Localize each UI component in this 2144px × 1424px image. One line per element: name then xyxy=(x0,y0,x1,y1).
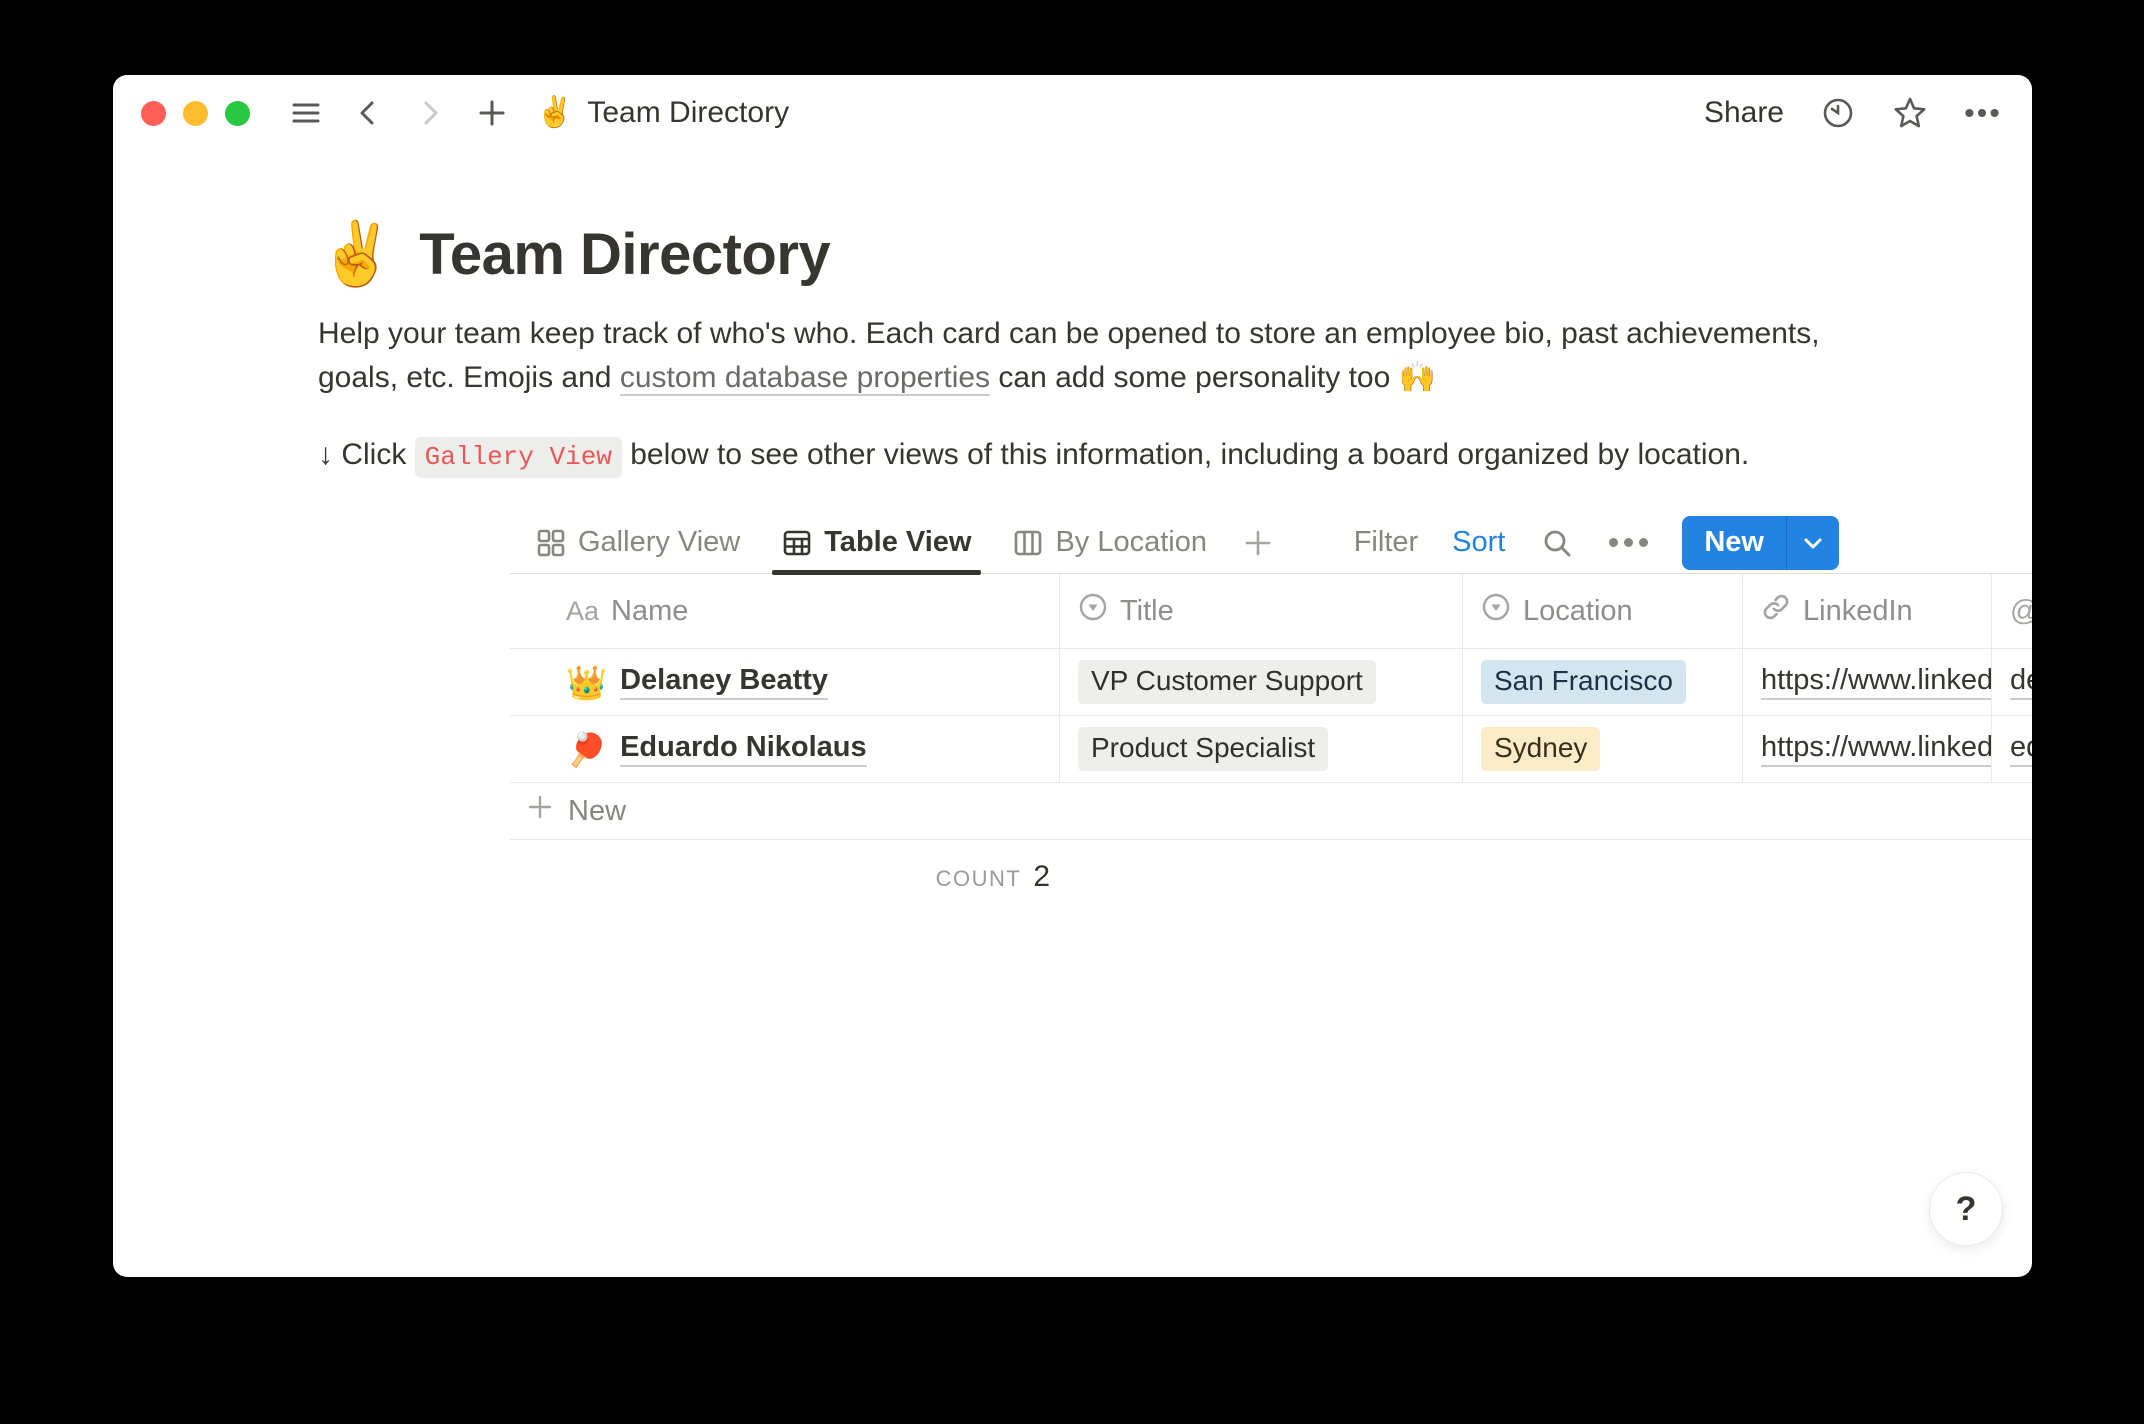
person-page-link[interactable]: Eduardo Nikolaus xyxy=(620,731,867,767)
count-label: COUNT xyxy=(936,866,1022,892)
share-button[interactable]: Share xyxy=(1704,96,1784,130)
app-window: ✌️ Team Directory Share xyxy=(113,75,2032,1277)
titlebar: ✌️ Team Directory Share xyxy=(113,75,2032,151)
views-bar: Gallery View Table View xyxy=(510,512,2032,574)
cell-title[interactable]: Product Specialist xyxy=(1060,716,1463,782)
callout-line: ↓ Click Gallery View below to see other … xyxy=(318,438,2032,472)
linkedin-url-link[interactable]: https://www.linked xyxy=(1761,731,1992,767)
cell-location[interactable]: San Francisco xyxy=(1463,649,1743,715)
select-type-icon xyxy=(1481,592,1511,630)
forward-icon[interactable] xyxy=(412,95,448,131)
page-description: Help your team keep track of who's who. … xyxy=(318,312,1848,400)
tab-gallery-view[interactable]: Gallery View xyxy=(524,512,752,573)
plus-icon xyxy=(526,793,554,829)
back-icon[interactable] xyxy=(350,95,386,131)
callout-suffix: below to see other views of this informa… xyxy=(622,438,1749,471)
updates-clock-icon[interactable] xyxy=(1820,95,1856,131)
table-row: 🏓 Eduardo Nikolaus Product Specialist Sy… xyxy=(510,716,2032,783)
email-at-icon: @ xyxy=(2010,595,2032,628)
add-view-icon[interactable] xyxy=(1237,528,1279,558)
cell-name[interactable]: 👑 Delaney Beatty xyxy=(510,649,1060,715)
title-tag: Product Specialist xyxy=(1078,727,1328,771)
page-title[interactable]: Team Directory xyxy=(419,221,830,288)
cell-email[interactable]: eduardo@acmeco xyxy=(1992,716,2032,782)
filter-button[interactable]: Filter xyxy=(1354,526,1418,559)
text-type-icon: Aa xyxy=(566,596,599,627)
cell-linkedin[interactable]: https://www.linked xyxy=(1743,716,1992,782)
email-link[interactable]: eduardo@acmeco xyxy=(2010,731,2032,767)
location-tag: Sydney xyxy=(1481,727,1600,771)
new-page-icon[interactable] xyxy=(474,95,510,131)
url-link-icon xyxy=(1761,592,1791,630)
column-label: Title xyxy=(1120,595,1174,628)
column-label: LinkedIn xyxy=(1803,595,1913,628)
callout-prefix: ↓ Click xyxy=(318,438,415,471)
doc-title: Team Directory xyxy=(587,96,789,130)
search-icon[interactable] xyxy=(1539,525,1575,561)
table-icon xyxy=(782,528,812,558)
email-link[interactable]: delaney@acmecor xyxy=(2010,664,2032,700)
count-value: 2 xyxy=(1033,860,1050,894)
row-emoji-crown: 👑 xyxy=(566,666,607,699)
linkedin-url-link[interactable]: https://www.linked xyxy=(1761,664,1992,700)
sort-button[interactable]: Sort xyxy=(1452,526,1505,559)
table-row: 👑 Delaney Beatty VP Customer Support San… xyxy=(510,649,2032,716)
tab-label: Gallery View xyxy=(578,526,740,559)
tab-table-view[interactable]: Table View xyxy=(770,512,983,573)
breadcrumb[interactable]: ✌️ Team Directory xyxy=(536,96,789,130)
traffic-lights xyxy=(141,101,250,126)
callout-code-chip: Gallery View xyxy=(415,437,622,478)
gallery-grid-icon xyxy=(536,528,566,558)
column-label: Name xyxy=(611,595,688,628)
cell-title[interactable]: VP Customer Support xyxy=(1060,649,1463,715)
new-record-button[interactable]: New xyxy=(1682,516,1839,570)
zoom-window-button[interactable] xyxy=(225,101,250,126)
row-emoji-pingpong: 🏓 xyxy=(566,733,607,766)
table-header-row: Aa Name Title xyxy=(510,574,2032,649)
cell-email[interactable]: delaney@acmecor xyxy=(1992,649,2032,715)
column-header-email[interactable]: @ Email xyxy=(1992,574,2032,648)
doc-emoji: ✌️ xyxy=(536,98,573,128)
tab-label: Table View xyxy=(824,526,971,559)
cell-linkedin[interactable]: https://www.linked xyxy=(1743,649,1992,715)
more-options-icon[interactable] xyxy=(1964,95,2000,131)
column-header-name[interactable]: Aa Name xyxy=(510,574,1060,648)
minimize-window-button[interactable] xyxy=(183,101,208,126)
location-tag: San Francisco xyxy=(1481,660,1686,704)
cell-name[interactable]: 🏓 Eduardo Nikolaus xyxy=(510,716,1060,782)
table-view: Aa Name Title xyxy=(510,574,2032,894)
column-header-location[interactable]: Location xyxy=(1463,574,1743,648)
select-type-icon xyxy=(1078,592,1108,630)
page-icon[interactable]: ✌️ xyxy=(318,224,395,286)
favorite-star-icon[interactable] xyxy=(1892,95,1928,131)
help-button[interactable]: ? xyxy=(1929,1172,2003,1246)
new-button-label[interactable]: New xyxy=(1682,516,1786,570)
cell-location[interactable]: Sydney xyxy=(1463,716,1743,782)
add-row-button[interactable]: New xyxy=(510,783,2032,840)
tab-by-location[interactable]: By Location xyxy=(1001,512,1219,573)
board-columns-icon xyxy=(1013,528,1043,558)
close-window-button[interactable] xyxy=(141,101,166,126)
table-footer-calculation[interactable]: COUNT 2 xyxy=(510,840,1060,894)
person-page-link[interactable]: Delaney Beatty xyxy=(620,664,828,700)
sidebar-menu-icon[interactable] xyxy=(288,95,324,131)
description-link[interactable]: custom database properties xyxy=(620,361,990,396)
add-row-label: New xyxy=(568,795,626,828)
column-header-title[interactable]: Title xyxy=(1060,574,1463,648)
description-text-after: can add some personality too 🙌 xyxy=(990,361,1436,394)
page-content: ✌️ Team Directory Help your team keep tr… xyxy=(113,221,2032,894)
column-label: Location xyxy=(1523,595,1633,628)
new-button-chevron-down-icon[interactable] xyxy=(1787,516,1839,570)
tab-label: By Location xyxy=(1055,526,1207,559)
column-header-linkedin[interactable]: LinkedIn xyxy=(1743,574,1992,648)
title-tag: VP Customer Support xyxy=(1078,660,1376,704)
view-more-options-icon[interactable] xyxy=(1609,538,1648,547)
